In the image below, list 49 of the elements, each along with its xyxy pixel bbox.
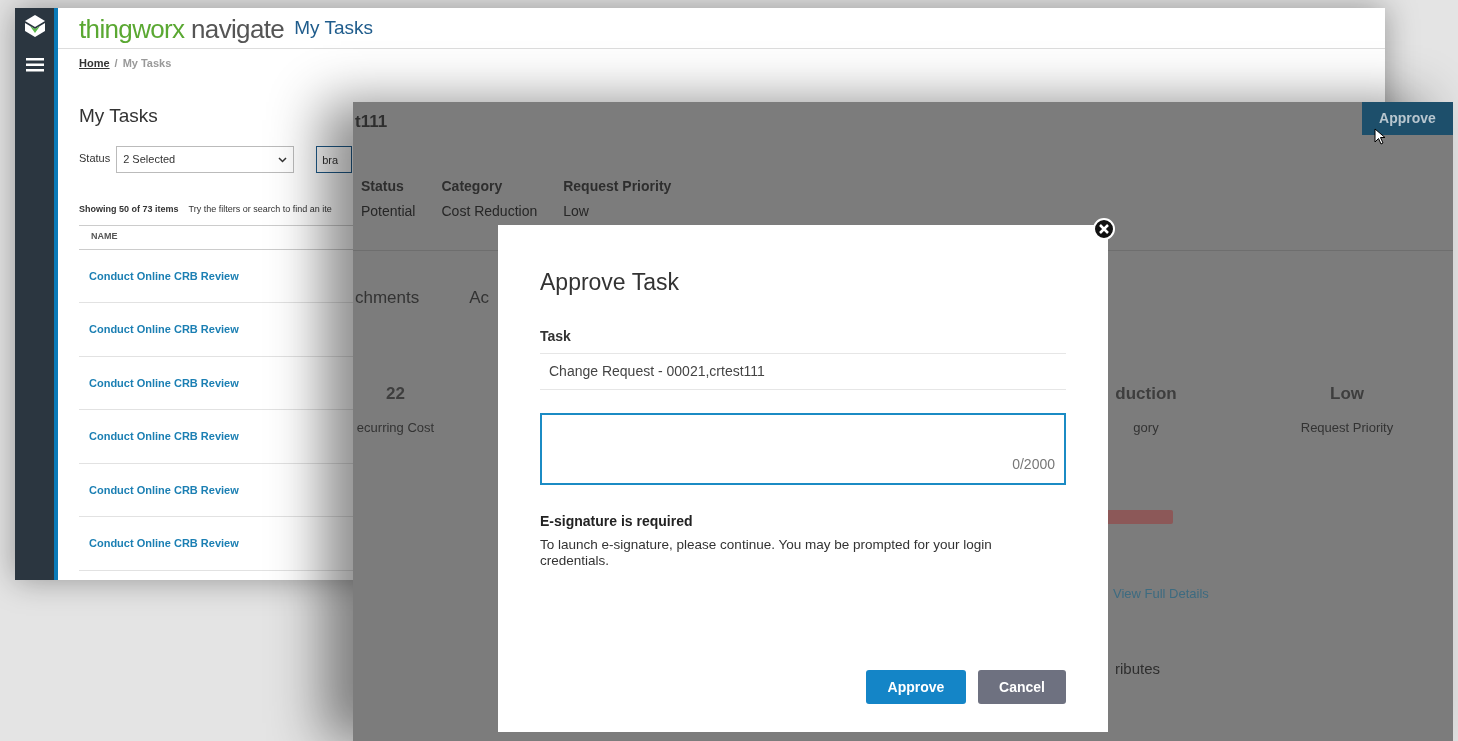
field-value: Low	[563, 202, 590, 221]
task-link[interactable]: Conduct Online CRB Review	[89, 428, 239, 445]
field-label: Request Priority	[563, 177, 672, 196]
dialog-title: Approve Task	[540, 268, 680, 297]
task-link[interactable]: Conduct Online CRB Review	[89, 481, 239, 498]
task-label: Task	[540, 326, 572, 346]
status-dropdown[interactable]: 2 Selected	[116, 146, 295, 173]
task-value: Change Request - 00021,crtest111	[549, 361, 765, 381]
tab[interactable]: Ac	[469, 285, 490, 311]
task-link[interactable]: Conduct Online CRB Review	[89, 535, 239, 552]
stat-label: Request Priority	[1300, 419, 1394, 437]
column-header: NAME	[91, 230, 118, 244]
approve-button[interactable]: Approve	[866, 670, 966, 704]
breadcrumb-link[interactable]: Home	[79, 55, 110, 72]
approve-button[interactable]: Approve	[1362, 102, 1453, 135]
close-icon[interactable]	[1093, 218, 1115, 240]
header-title: My Tasks	[294, 15, 373, 40]
stat-value: duction	[1115, 382, 1177, 405]
chevron-down-icon	[278, 156, 288, 163]
field-label: Category	[441, 177, 504, 196]
stat-label: gory	[1133, 419, 1159, 437]
field-value: Potential	[361, 202, 416, 221]
page-title: My Tasks	[79, 103, 158, 128]
breadcrumb-separator: /	[114, 56, 118, 71]
search-field[interactable]: bra	[316, 146, 353, 173]
esignature-title: E-signature is required	[540, 511, 694, 531]
filter-hint: Try the filters or search to find an ite	[188, 203, 332, 216]
stat-value: 22	[386, 382, 405, 405]
field-value: Cost Reduction	[441, 202, 538, 221]
task-link[interactable]: Conduct Online CRB Review	[89, 321, 239, 338]
character-counter: 0/2000	[1012, 454, 1055, 474]
brand-logo: thingworx navigate	[79, 16, 285, 42]
items-count: Showing 50 of 73 items	[79, 203, 179, 216]
task-link[interactable]: Conduct Online CRB Review	[89, 267, 239, 284]
esignature-text: To launch e-signature, please continue. You may be prompted for your login credentials.	[540, 536, 993, 569]
task-link[interactable]: Conduct Online CRB Review	[89, 374, 239, 391]
menu-icon[interactable]	[25, 58, 44, 72]
comment-field[interactable]: 0/2000	[540, 412, 1066, 485]
stat-label: ecurring Cost	[356, 419, 435, 437]
logo-icon	[23, 14, 46, 38]
breadcrumb-current: My Tasks	[122, 56, 172, 71]
cursor-icon	[1374, 128, 1386, 146]
stat-value: Low	[1330, 382, 1364, 405]
record-title: t111	[355, 111, 388, 133]
cancel-button[interactable]: Cancel	[978, 670, 1066, 704]
status-label: Status	[79, 151, 111, 166]
field-label: Status	[361, 177, 405, 196]
tab[interactable]: chments	[355, 285, 420, 311]
section-heading: ributes	[1115, 659, 1161, 679]
